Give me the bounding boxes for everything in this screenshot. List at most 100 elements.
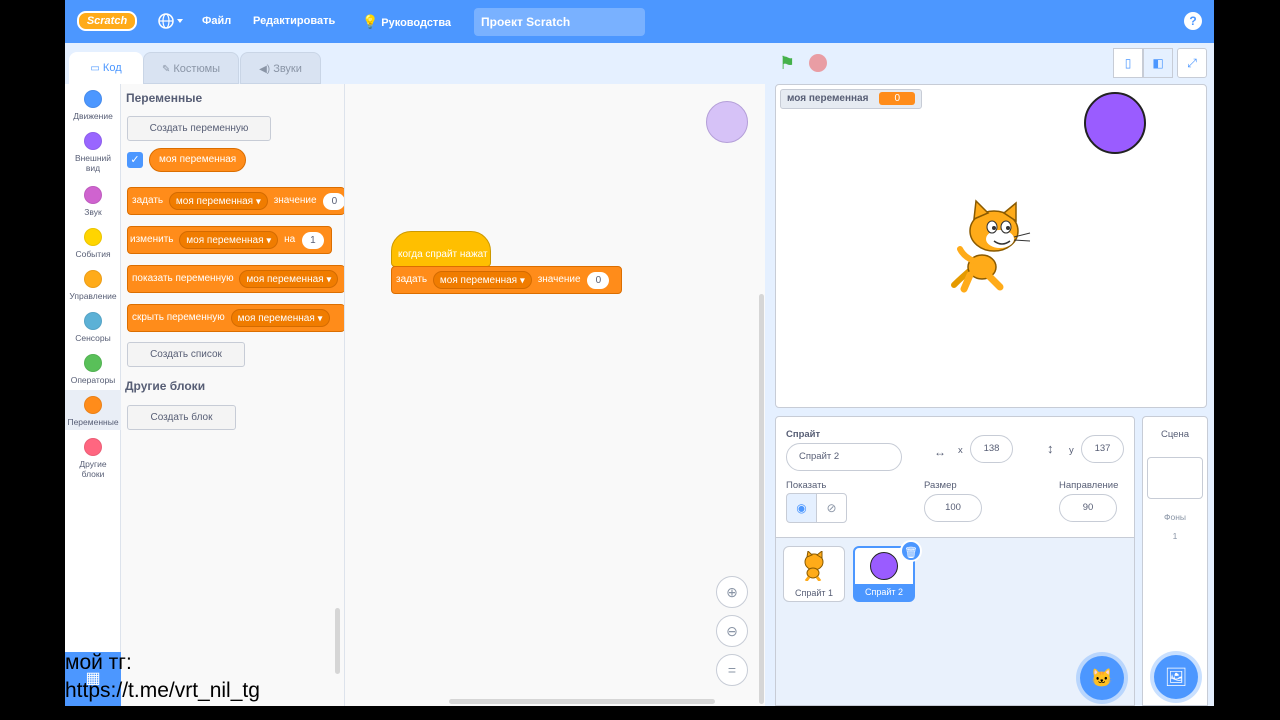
project-title-input[interactable]: Проект Scratch	[474, 8, 645, 36]
block-verb: изменить	[130, 234, 174, 245]
sprite-tile-name: Спрайт 1	[794, 588, 834, 598]
category-label: Переменные	[67, 417, 119, 427]
tab-code[interactable]: ▭ Код	[69, 52, 143, 84]
file-menu[interactable]: Файл	[202, 0, 231, 43]
scratch-editor: Scratch Файл Редактировать 💡 Руководства…	[65, 0, 1214, 706]
category-menu: Движение Внешний вид Звук События Управл…	[65, 84, 121, 706]
category-events[interactable]: События	[65, 228, 121, 259]
set-variable-block[interactable]: задать моя переменная ▾ значение 0	[391, 266, 622, 294]
ball-sprite[interactable]	[1084, 92, 1146, 154]
value-input[interactable]: 1	[301, 231, 324, 249]
stop-icon[interactable]	[809, 54, 827, 72]
variable-reporter[interactable]: моя переменная	[149, 148, 247, 172]
workspace-vertical-scrollbar[interactable]	[759, 294, 764, 704]
category-variables[interactable]: Переменные	[65, 390, 121, 430]
palette-scrollbar[interactable]	[335, 608, 340, 674]
value-input[interactable]: 0	[323, 192, 344, 210]
small-stage-button[interactable]: ▯	[1113, 48, 1143, 78]
check-icon: ✓	[130, 154, 140, 166]
make-list-button[interactable]: Создать список	[127, 342, 245, 367]
delete-sprite-button[interactable]: 🗑	[900, 540, 922, 562]
zoom-reset-button[interactable]: =	[716, 654, 748, 686]
scratch-logo[interactable]: Scratch	[77, 11, 137, 31]
choose-sprite-button[interactable]: 🐱	[1080, 656, 1124, 700]
tab-costumes[interactable]: ✎ Костюмы	[143, 52, 239, 84]
when-sprite-clicked-block[interactable]: когда спрайт нажат	[391, 231, 491, 267]
variable-dropdown[interactable]: моя переменная ▾	[230, 309, 330, 327]
sprite-name-input[interactable]: Спрайт 2	[786, 443, 902, 471]
language-menu[interactable]	[158, 0, 184, 43]
variable-dropdown[interactable]: моя переменная ▾	[168, 192, 268, 210]
small-stage-icon: ▯	[1124, 56, 1132, 70]
menu-bar: Scratch Файл Редактировать 💡 Руководства…	[65, 0, 1214, 43]
variables-heading: Переменные	[126, 91, 203, 105]
lightbulb-icon: 💡	[362, 14, 379, 29]
block-verb: показать переменную	[132, 273, 234, 284]
show-hidden-button[interactable]: ⊘	[816, 493, 847, 523]
hide-variable-block[interactable]: скрыть переменную моя переменная ▾	[127, 304, 344, 332]
variable-checkbox[interactable]: ✓	[127, 152, 143, 168]
overlay-caption-line2: https://t.me/vrt_nil_tg	[65, 679, 260, 702]
green-flag-icon[interactable]: ⚑	[779, 53, 795, 74]
motion-icon	[84, 90, 102, 108]
set-variable-block[interactable]: задать моя переменная ▾ значение 0	[127, 187, 344, 215]
x-label: x	[958, 445, 963, 456]
edit-menu[interactable]: Редактировать	[253, 0, 335, 43]
x-input[interactable]: 138	[970, 435, 1013, 463]
eye-off-icon: ⊘	[826, 501, 837, 515]
workspace-horizontal-scrollbar[interactable]	[449, 699, 715, 704]
block-verb: скрыть переменную	[132, 312, 225, 323]
block-palette: Переменные Создать переменную ✓ моя пере…	[121, 84, 345, 706]
variable-dropdown[interactable]: моя переменная ▾	[239, 270, 339, 288]
variable-dropdown[interactable]: моя переменная ▾	[179, 231, 279, 249]
y-input[interactable]: 137	[1081, 435, 1124, 463]
dropdown-value: моя переменная	[186, 235, 264, 246]
backdrops-label: Фоны	[1164, 512, 1186, 522]
category-looks[interactable]: Внешний вид	[65, 132, 121, 173]
normal-stage-icon: ◧	[1152, 56, 1164, 70]
stage[interactable]: моя переменная 0	[775, 84, 1207, 408]
backdrop-thumbnail	[1147, 457, 1203, 499]
category-operators[interactable]: Операторы	[65, 354, 121, 385]
cat-add-icon: 🐱	[1090, 668, 1114, 688]
direction-input[interactable]: 90	[1059, 494, 1117, 522]
cat-sprite[interactable]	[944, 197, 1036, 293]
show-visible-button[interactable]: ◉	[786, 493, 817, 523]
make-block-button[interactable]: Создать блок	[127, 405, 236, 430]
tab-sounds[interactable]: ◀) Звуки	[240, 52, 321, 84]
y-label: y	[1069, 445, 1074, 456]
sprite-tile[interactable]: Спрайт 1	[783, 546, 845, 602]
help-icon[interactable]: ?	[1184, 12, 1202, 30]
globe-icon	[158, 13, 183, 29]
category-control[interactable]: Управление	[65, 270, 121, 301]
tutorials-menu[interactable]: 💡 Руководства	[362, 0, 451, 43]
fullscreen-icon: ⤢	[1187, 56, 1197, 70]
tab-costumes-label: Костюмы	[173, 63, 221, 75]
category-my-blocks[interactable]: Другие блоки	[65, 438, 121, 479]
normal-stage-button[interactable]: ◧	[1143, 48, 1173, 78]
sensing-icon	[84, 312, 102, 330]
size-input[interactable]: 100	[924, 494, 982, 522]
show-variable-block[interactable]: показать переменную моя переменная ▾	[127, 265, 344, 293]
block-word: значение	[537, 274, 581, 285]
category-motion[interactable]: Движение	[65, 90, 121, 121]
fullscreen-button[interactable]: ⤢	[1177, 48, 1207, 78]
stage-selector[interactable]: Сцена Фоны 1 🖼	[1142, 416, 1208, 706]
eye-icon: ◉	[796, 501, 807, 515]
sprite-label: Спрайт	[786, 429, 821, 440]
block-verb: задать	[132, 195, 164, 206]
zoom-out-button[interactable]: ⊖	[716, 615, 748, 647]
value-input[interactable]: 0	[587, 271, 610, 289]
make-variable-button[interactable]: Создать переменную	[127, 116, 271, 141]
tab-sounds-label: Звуки	[273, 63, 302, 75]
choose-backdrop-button[interactable]: 🖼	[1154, 655, 1198, 699]
variable-dropdown[interactable]: моя переменная ▾	[432, 271, 532, 289]
speaker-icon: ◀)	[259, 64, 271, 75]
category-label: Операторы	[70, 375, 116, 385]
category-sound[interactable]: Звук	[65, 186, 121, 217]
change-variable-block[interactable]: изменить моя переменная ▾ на 1	[127, 226, 332, 254]
category-sensing[interactable]: Сенсоры	[65, 312, 121, 343]
zoom-in-button[interactable]: ⊕	[716, 576, 748, 608]
tab-code-label: Код	[102, 62, 122, 74]
script-workspace[interactable]: когда спрайт нажат задать моя переменная…	[345, 84, 765, 706]
